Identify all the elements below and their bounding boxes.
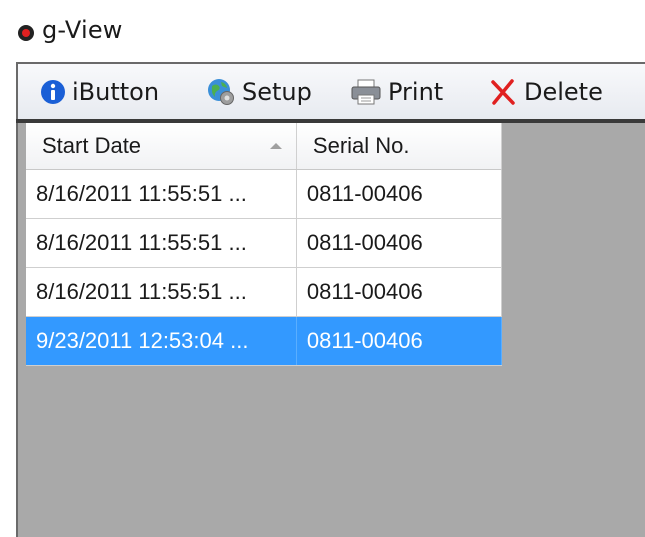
- column-header-start-date[interactable]: Start Date: [26, 123, 297, 170]
- table-row[interactable]: 8/16/2011 11:55:51 ... 0811-00406: [26, 267, 503, 317]
- ibutton-label: iButton: [72, 78, 160, 106]
- printer-icon: [350, 78, 382, 106]
- delete-label: Delete: [524, 78, 603, 106]
- log-grid: Start Date Serial No. 8/16/2011 11:55:51…: [26, 123, 503, 366]
- cell-serial: 0811-00406: [296, 169, 503, 219]
- column-header-label: Start Date: [42, 133, 142, 158]
- cell-serial: 0811-00406: [296, 267, 503, 317]
- delete-button[interactable]: Delete: [488, 74, 603, 110]
- table-row-selected[interactable]: 9/23/2011 12:53:04 ... 0811-00406: [26, 316, 503, 366]
- sort-ascending-icon: [269, 143, 282, 149]
- window-title: g-View: [42, 16, 123, 44]
- cell-start-date: 8/16/2011 11:55:51 ...: [26, 267, 297, 317]
- cell-serial: 0811-00406: [296, 218, 503, 268]
- setup-label: Setup: [242, 78, 312, 106]
- grid-area: Start Date Serial No. 8/16/2011 11:55:51…: [16, 123, 645, 537]
- print-label: Print: [388, 78, 444, 106]
- red-x-icon: [488, 77, 518, 107]
- cell-start-date: 8/16/2011 11:55:51 ...: [26, 218, 297, 268]
- cell-start-date: 9/23/2011 12:53:04 ...: [26, 316, 297, 366]
- toolbar: iButton Setup Print Delete: [16, 62, 645, 120]
- table-row[interactable]: 8/16/2011 11:55:51 ... 0811-00406: [26, 169, 503, 219]
- ibutton-button[interactable]: iButton: [40, 74, 159, 110]
- table-row[interactable]: 8/16/2011 11:55:51 ... 0811-00406: [26, 218, 503, 268]
- info-icon: [40, 79, 66, 105]
- column-header-label: Serial No.: [312, 133, 410, 158]
- globe-gear-icon: [206, 77, 236, 107]
- grid-header-row: Start Date Serial No.: [26, 123, 503, 170]
- cell-serial: 0811-00406: [296, 316, 503, 366]
- app-window: g-View iButton Setup Print Delete Start …: [0, 0, 645, 537]
- print-button[interactable]: Print: [350, 74, 443, 110]
- column-header-serial-no[interactable]: Serial No.: [296, 123, 503, 170]
- cell-start-date: 8/16/2011 11:55:51 ...: [26, 169, 297, 219]
- app-logo-icon: [18, 25, 34, 41]
- title-bar: g-View: [0, 0, 645, 62]
- setup-button[interactable]: Setup: [206, 74, 312, 110]
